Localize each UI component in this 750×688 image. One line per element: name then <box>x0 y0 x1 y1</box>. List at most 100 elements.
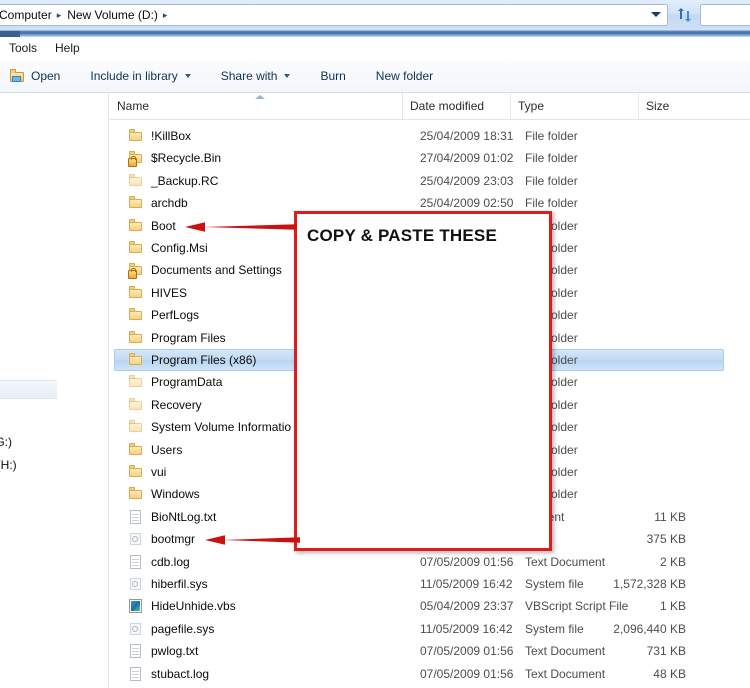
folder-icon <box>128 464 144 480</box>
menu-item-help[interactable]: Help <box>46 39 89 57</box>
file-row[interactable]: cdb.log 07/05/2009 01:56 Text Document 2 KB <box>110 551 750 573</box>
file-name-label: Users <box>151 442 183 457</box>
file-name-cell[interactable]: Recovery <box>128 394 202 416</box>
address-input[interactable]: Computer ▸ New Volume (D:) ▸ <box>0 4 668 26</box>
file-name-cell[interactable]: _Backup.RC <box>128 170 218 192</box>
file-name-cell[interactable]: Windows <box>128 483 200 505</box>
chevron-down-icon <box>184 73 191 78</box>
file-row[interactable]: _Backup.RC 25/04/2009 23:03 File folder <box>110 170 750 192</box>
file-row[interactable]: pagefile.sys 11/05/2009 16:42 System file 2… <box>110 618 750 640</box>
file-row[interactable]: !KillBox 25/04/2009 18:31 File folder <box>110 125 750 147</box>
breadcrumb-separator-icon-2: ▸ <box>162 9 168 20</box>
file-size-cell: 2,096,440 KB <box>613 621 686 636</box>
file-name-cell[interactable]: $Recycle.Bin <box>128 147 221 169</box>
include-in-library-button[interactable]: Include in library <box>82 63 198 89</box>
file-name-cell[interactable]: HideUnhide.vbs <box>128 595 236 617</box>
file-row[interactable]: $Recycle.Bin 27/04/2009 01:02 File folder <box>110 147 750 169</box>
include-in-library-label: Include in library <box>90 68 178 83</box>
file-name-label: Windows <box>151 487 200 502</box>
menu-bar: Tools Help <box>0 37 750 59</box>
file-name-label: pwlog.txt <box>151 644 199 659</box>
file-name-label: Program Files <box>151 330 226 345</box>
folder-locked-icon <box>128 262 144 280</box>
file-type-cell: File folder <box>525 173 578 188</box>
file-date-cell: 05/04/2009 23:37 <box>420 599 514 614</box>
chevron-down-icon[interactable] <box>651 12 661 17</box>
breadcrumb-item-new-volume[interactable]: New Volume (D:) <box>67 8 158 22</box>
file-name-cell[interactable]: hiberfil.sys <box>128 573 208 595</box>
file-name-label: Config.Msi <box>151 241 208 255</box>
file-name-cell[interactable]: Documents and Settings <box>128 259 282 281</box>
file-name-label: vui <box>151 465 167 479</box>
file-name-cell[interactable]: stubact.log <box>128 663 209 685</box>
search-box[interactable] <box>700 4 750 26</box>
nav-item-1[interactable]: e (D:) <box>0 380 57 399</box>
share-with-button[interactable]: Share with <box>213 63 299 89</box>
new-folder-button[interactable]: New folder <box>368 63 441 89</box>
text-document-icon <box>128 509 144 525</box>
file-name-cell[interactable]: HIVES <box>128 282 187 304</box>
file-name-cell[interactable]: BioNtLog.txt <box>128 506 216 528</box>
column-header-label: Date modified <box>410 99 485 113</box>
column-header-date-modified[interactable]: Date modified <box>402 93 510 119</box>
file-name-label: PerfLogs <box>151 308 200 323</box>
file-name-cell[interactable]: ProgramData <box>128 371 222 393</box>
address-bar: Computer ▸ New Volume (D:) ▸ <box>0 0 750 31</box>
file-name-label: _Backup.RC <box>151 173 219 188</box>
sort-ascending-icon <box>255 95 265 99</box>
file-name-cell[interactable]: Users <box>128 439 182 461</box>
refresh-icon[interactable] <box>672 4 698 26</box>
file-name-label: Recovery <box>151 397 202 412</box>
file-name-label: hiberfil.sys <box>151 577 208 591</box>
column-header-label: Size <box>646 99 670 113</box>
nav-item-4[interactable]: ical Drive (H:) <box>0 455 17 474</box>
file-type-cell: File folder <box>525 151 578 166</box>
nav-item-3[interactable]: l Drive (G:) <box>0 432 12 451</box>
file-name-cell[interactable]: Program Files (x86) <box>128 349 256 371</box>
file-name-label: Boot <box>151 218 176 233</box>
file-name-cell[interactable]: pwlog.txt <box>128 640 198 662</box>
burn-button[interactable]: Burn <box>312 63 353 89</box>
file-name-label: archdb <box>151 196 188 211</box>
column-header-type[interactable]: Type <box>510 93 638 119</box>
new-folder-label: New folder <box>375 68 434 83</box>
breadcrumb-item-computer[interactable]: Computer <box>0 8 52 22</box>
folder-icon <box>128 195 144 211</box>
file-row[interactable]: HideUnhide.vbs 05/04/2009 23:37 VBScript S… <box>110 595 750 617</box>
menu-item-tools[interactable]: Tools <box>0 39 46 57</box>
file-name-cell[interactable]: Program Files <box>128 327 226 349</box>
file-row[interactable]: pwlog.txt 07/05/2009 01:56 Text Document 73… <box>110 640 750 662</box>
vbscript-file-icon <box>128 598 144 614</box>
file-row[interactable]: stubact.log 07/05/2009 01:56 Text Document… <box>110 663 750 685</box>
file-name-label: HIVES <box>151 285 188 300</box>
file-date-cell: 27/04/2009 01:02 <box>420 151 514 166</box>
file-name-label: stubact.log <box>151 666 210 681</box>
file-row[interactable]: hiberfil.sys 11/05/2009 16:42 System file 1… <box>110 573 750 595</box>
open-button[interactable]: Open <box>2 63 68 89</box>
column-header-row: Name Date modified Type Size <box>110 93 750 120</box>
file-date-cell: 11/05/2009 16:42 <box>420 577 513 591</box>
file-name-cell[interactable]: Config.Msi <box>128 237 208 259</box>
file-name-cell[interactable]: pagefile.sys <box>128 618 214 640</box>
open-folder-icon <box>10 68 26 83</box>
column-header-size[interactable]: Size <box>638 93 720 119</box>
file-name-label: HideUnhide.vbs <box>151 599 236 614</box>
file-name-label: ProgramData <box>151 375 223 390</box>
file-name-cell[interactable]: archdb <box>128 192 188 214</box>
file-name-cell[interactable]: vui <box>128 461 166 483</box>
file-name-label: Documents and Settings <box>151 263 282 278</box>
file-name-cell[interactable]: Boot <box>128 215 176 237</box>
folder-icon <box>128 173 144 189</box>
file-date-cell: 07/05/2009 01:56 <box>420 666 514 681</box>
file-size-cell: 1,572,328 KB <box>613 577 686 591</box>
file-name-cell[interactable]: System Volume Informatio <box>128 416 291 438</box>
explorer-window: Computer ▸ New Volume (D:) ▸ Tools Help <box>0 0 750 688</box>
file-name-cell[interactable]: cdb.log <box>128 551 190 573</box>
file-name-label: Program Files (x86) <box>151 353 257 367</box>
file-name-cell[interactable]: bootmgr <box>128 528 195 550</box>
file-name-label: bootmgr <box>151 532 196 547</box>
file-name-cell[interactable]: !KillBox <box>128 125 191 147</box>
file-name-cell[interactable]: PerfLogs <box>128 304 199 326</box>
file-date-cell: 11/05/2009 16:42 <box>420 621 513 636</box>
open-button-label: Open <box>31 68 61 83</box>
